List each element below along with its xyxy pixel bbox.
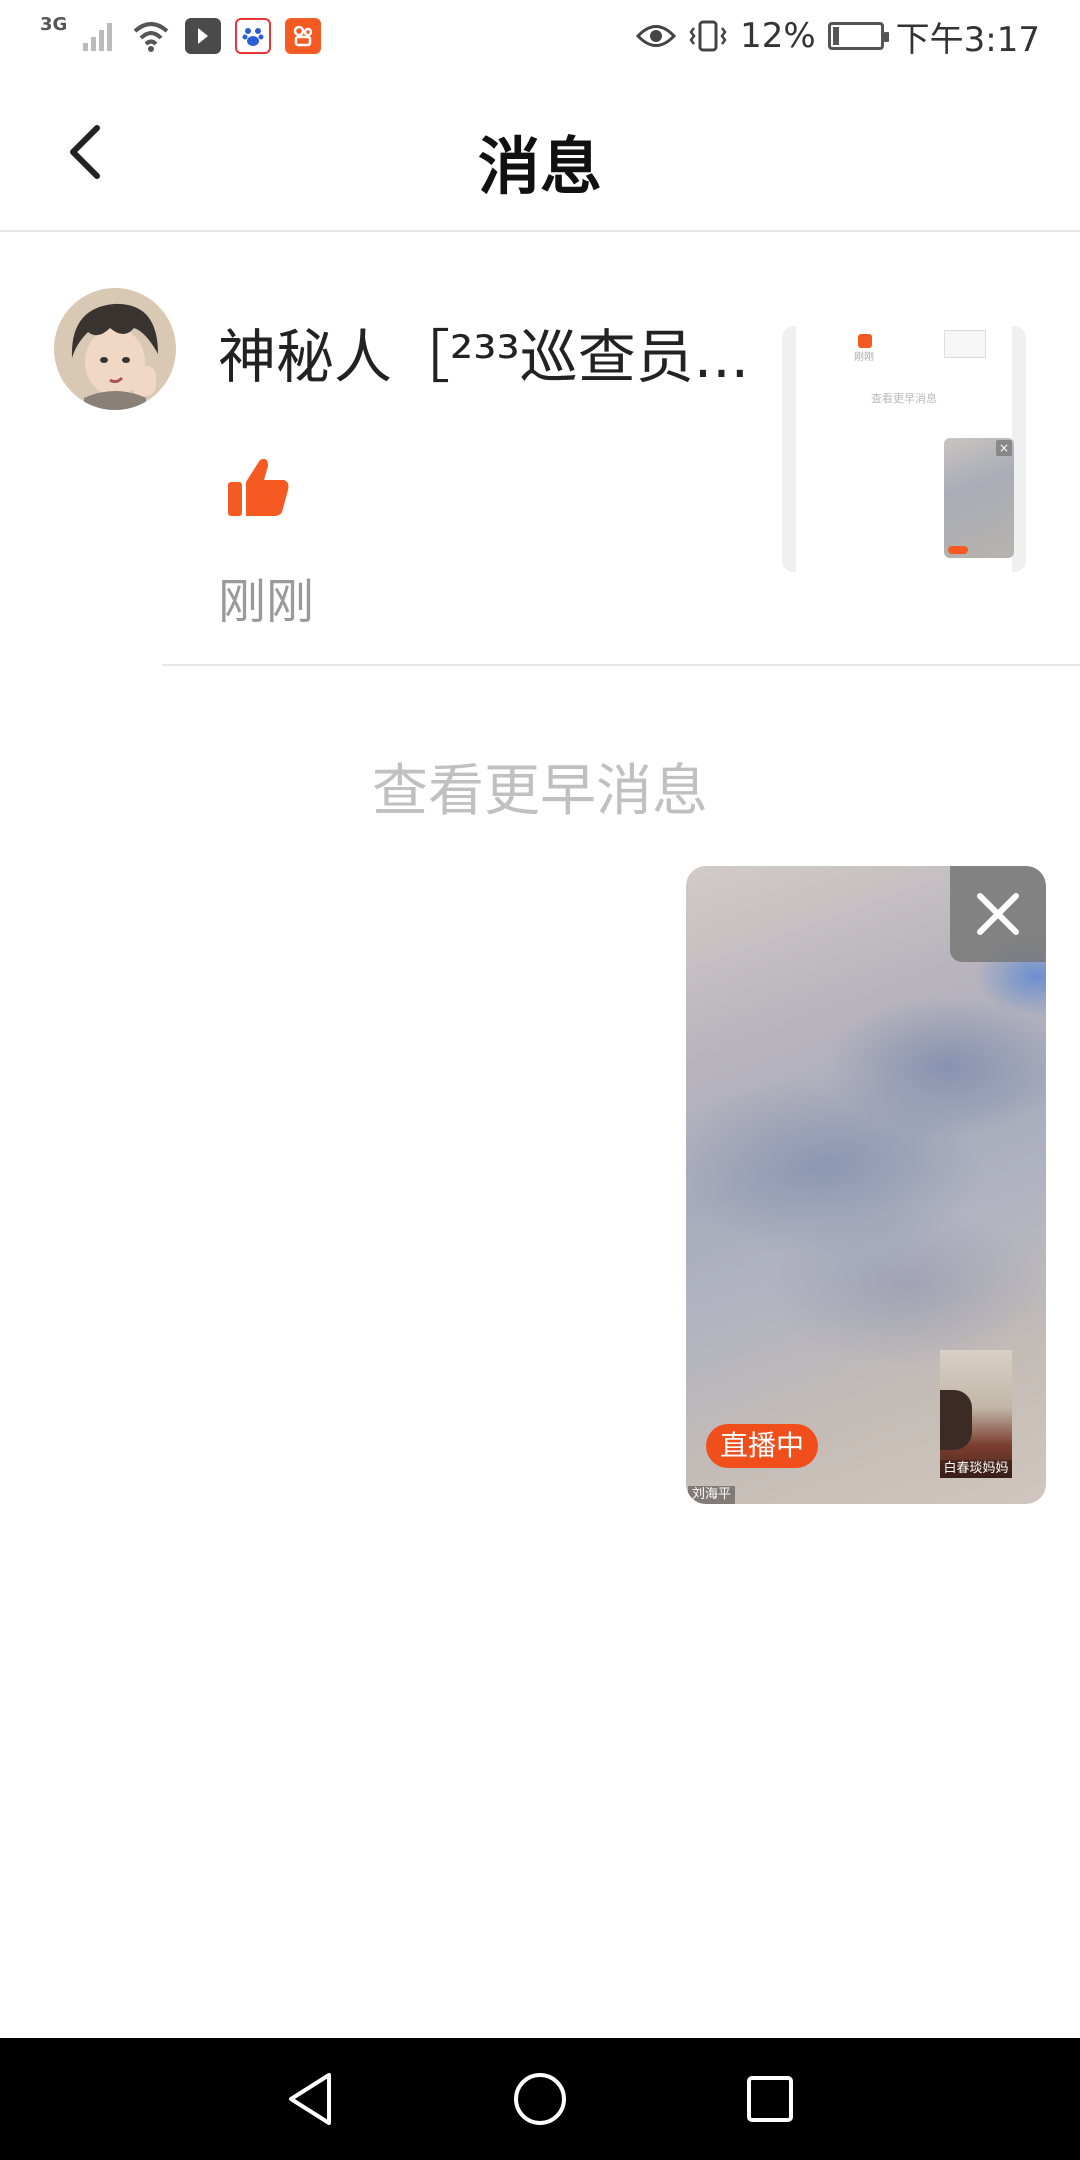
wifi-icon: [133, 22, 169, 52]
battery-percent: 12%: [740, 16, 816, 56]
message-list-item[interactable]: 神秘人［²³³巡查员... 刚刚 刚刚 查看更早消息 ×: [0, 232, 1080, 664]
status-bar-left: 3G: [40, 13, 322, 58]
avatar[interactable]: [54, 288, 176, 410]
thumbnail-video: ×: [944, 438, 1014, 558]
network-type: 3G: [40, 13, 68, 35]
thumbnail-live-badge: [948, 546, 968, 554]
thumbs-up-icon: [228, 458, 289, 516]
close-floating-window-button[interactable]: [950, 866, 1046, 962]
vibrate-icon: [689, 20, 727, 52]
floating-live-window[interactable]: 白春琰妈妈 直播中 刘海平: [686, 866, 1046, 1504]
close-icon: [977, 893, 1019, 935]
sender-name: 神秘人［²³³巡查员...: [218, 323, 750, 391]
kuaishou-icon: [285, 18, 322, 54]
status-bar: 3G 12% 下午3:17: [0, 0, 1080, 72]
signal-icon: [83, 23, 113, 51]
baidu-icon: [235, 18, 272, 54]
guest-name: 白春琰妈妈: [940, 1460, 1012, 1478]
thumbnail-time: 刚刚: [854, 352, 874, 363]
app-notification-icon: [185, 18, 222, 54]
system-navigation-bar: [0, 2038, 1080, 2160]
thumbnail-view-earlier: 查看更早消息: [871, 392, 937, 405]
battery-level-fill: [832, 27, 839, 45]
top-app-bar: 消息: [0, 72, 1080, 232]
clock: 下午3:17: [895, 19, 1040, 60]
nav-home-button[interactable]: [480, 2038, 600, 2160]
host-name: 刘海平: [688, 1486, 736, 1504]
nav-back-button[interactable]: [250, 2038, 370, 2160]
nav-recents-button[interactable]: [710, 2038, 830, 2160]
circle-home-icon: [514, 2073, 566, 2125]
message-thumbnail[interactable]: 刚刚 查看更早消息 ×: [782, 326, 1026, 572]
thumbnail-screen: 刚刚 查看更早消息 ×: [796, 326, 1014, 572]
thumbnail-close-icon: ×: [996, 440, 1012, 456]
square-recents-icon: [747, 2076, 793, 2122]
eye-icon: [636, 25, 677, 47]
view-earlier-messages-link[interactable]: 查看更早消息: [0, 746, 1080, 827]
guest-video: [940, 1390, 972, 1450]
live-badge: 直播中: [706, 1424, 819, 1468]
thumbnail-preview-box: [944, 330, 986, 358]
triangle-back-icon: [289, 2073, 331, 2125]
message-time: 刚刚: [218, 574, 315, 630]
status-bar-right: 12% 下午3:17: [636, 14, 1040, 60]
thumbnail-like-icon: [858, 334, 872, 348]
list-divider: [162, 664, 1080, 666]
guest-camera-view: 白春琰妈妈: [940, 1350, 1012, 1478]
page-title: 消息: [477, 130, 602, 203]
battery-icon: [827, 22, 889, 50]
